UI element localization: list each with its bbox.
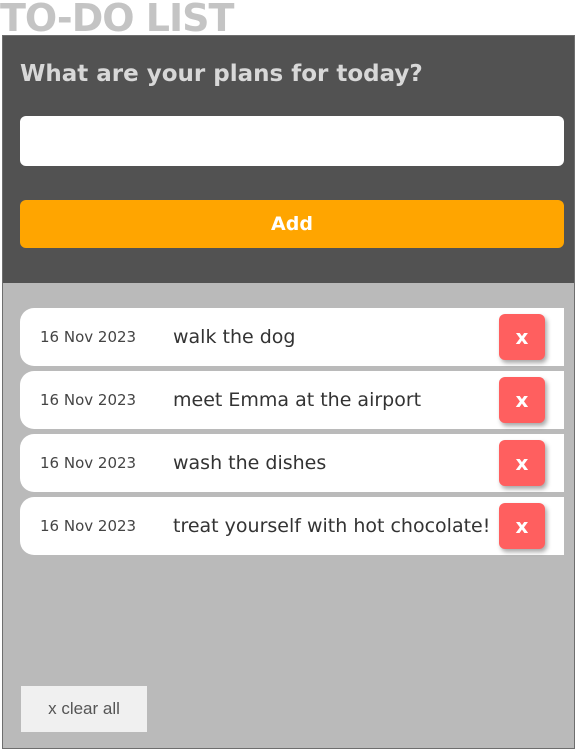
task-list: 16 Nov 2023 walk the dog x 16 Nov 2023 m… <box>20 308 564 560</box>
add-button[interactable]: Add <box>20 200 564 248</box>
task-date: 16 Nov 2023 <box>40 517 137 535</box>
task-text: treat yourself with hot chocolate! <box>173 515 491 537</box>
delete-task-button[interactable]: x <box>499 440 545 486</box>
todo-app-panel: What are your plans for today? Add 16 No… <box>2 35 575 749</box>
plans-prompt: What are your plans for today? <box>20 61 423 87</box>
task-date: 16 Nov 2023 <box>40 391 137 409</box>
clear-all-button[interactable]: x clear all <box>21 686 147 732</box>
delete-task-button[interactable]: x <box>499 314 545 360</box>
task-text: walk the dog <box>173 326 296 348</box>
task-item: 16 Nov 2023 treat yourself with hot choc… <box>20 497 564 555</box>
input-panel: What are your plans for today? Add <box>3 36 574 283</box>
task-item: 16 Nov 2023 wash the dishes x <box>20 434 564 492</box>
task-item: 16 Nov 2023 walk the dog x <box>20 308 564 366</box>
delete-task-button[interactable]: x <box>499 503 545 549</box>
delete-task-button[interactable]: x <box>499 377 545 423</box>
task-item: 16 Nov 2023 meet Emma at the airport x <box>20 371 564 429</box>
task-text: wash the dishes <box>173 452 327 474</box>
task-text: meet Emma at the airport <box>173 389 422 411</box>
task-date: 16 Nov 2023 <box>40 328 137 346</box>
task-date: 16 Nov 2023 <box>40 454 137 472</box>
task-input[interactable] <box>20 116 564 166</box>
